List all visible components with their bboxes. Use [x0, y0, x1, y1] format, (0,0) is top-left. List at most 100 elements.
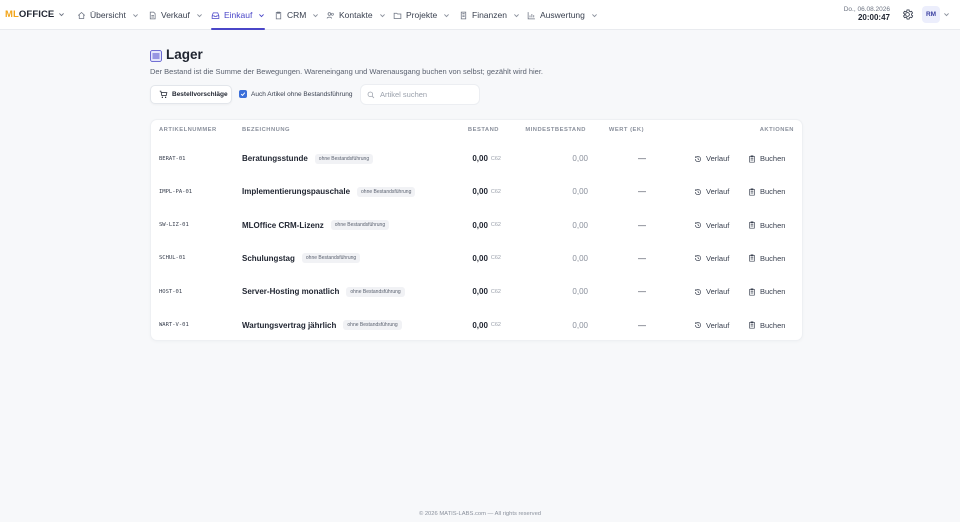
logo-office: OFFICE [18, 9, 55, 20]
value-ek: — [638, 320, 646, 330]
clipboard-icon [749, 288, 755, 296]
book-label: Buchen [760, 253, 786, 263]
book-label: Buchen [760, 320, 786, 330]
clipboard-icon [749, 321, 755, 329]
article-description: Wartungsvertrag jährlich ohne Bestandsfü… [242, 309, 402, 342]
history-button[interactable]: Verlauf [694, 242, 729, 275]
history-button[interactable]: Verlauf [694, 142, 729, 175]
header-stock[interactable]: BESTAND [468, 127, 499, 133]
book-label: Buchen [760, 287, 786, 297]
nav-item-auswertung[interactable]: Auswertung [527, 7, 598, 23]
book-button[interactable]: Buchen [748, 175, 785, 208]
stock-value: 0,00 C62 [472, 175, 501, 208]
footer-copyright: © 2026 MATIS-LABS.com — All rights reser… [418, 511, 542, 517]
nav-item-finanzen[interactable]: Finanzen [459, 7, 520, 23]
book-button[interactable]: Buchen [748, 309, 785, 342]
book-button[interactable]: Buchen [748, 209, 785, 242]
search-input[interactable] [380, 90, 475, 99]
article-number: SCHUL-01 [159, 255, 186, 262]
article-name: Schulungstag [242, 253, 295, 263]
stock-unit: C62 [490, 322, 501, 328]
stock-unit: C62 [490, 255, 501, 262]
nav-item-label: Kontakte [339, 10, 373, 20]
nav-item-projekte[interactable]: Projekte [393, 7, 450, 23]
min-stock-value: 0,00 [572, 154, 588, 163]
top-navigation: ML OFFICE Übersicht Verkauf Einkauf CRM K… [0, 0, 960, 30]
chevron-down-icon [132, 13, 138, 17]
article-search[interactable] [360, 84, 480, 105]
history-icon [694, 255, 701, 262]
min-stock-value: 0,00 [572, 187, 588, 197]
no-stock-badge: ohne Bestandsführung [301, 253, 361, 264]
include-unstocked-toggle[interactable]: Auch Artikel ohne Bestandsführung [239, 90, 353, 98]
datetime-display: Do., 06.08.2026 20:00:47 [844, 6, 890, 23]
chevron-down-icon[interactable] [943, 11, 950, 18]
nav-item-crm[interactable]: CRM [274, 7, 319, 23]
stock-value: 0,00 C62 [472, 309, 501, 342]
header-value[interactable]: WERT (EK) [609, 127, 644, 133]
include-unstocked-checkbox[interactable] [239, 90, 247, 98]
history-button[interactable]: Verlauf [694, 209, 729, 242]
app-logo[interactable]: ML OFFICE [5, 9, 65, 20]
history-label: Verlauf [706, 187, 730, 197]
page-subtitle: Der Bestand ist die Summe der Bewegungen… [150, 67, 544, 76]
min-stock-value: 0,00 [572, 287, 588, 297]
cart-icon [159, 90, 168, 99]
order-suggestions-button[interactable]: Bestellvorschläge [150, 85, 232, 104]
book-button[interactable]: Buchen [748, 242, 785, 275]
include-unstocked-label: Auch Artikel ohne Bestandsführung [251, 90, 353, 98]
gear-icon[interactable] [901, 8, 914, 21]
clipboard-icon [749, 221, 755, 229]
no-stock-badge: ohne Bestandsführung [314, 153, 374, 164]
nav-item-label: Finanzen [472, 10, 507, 20]
nav-item-einkauf[interactable]: Einkauf [211, 7, 266, 30]
book-label: Buchen [760, 154, 786, 163]
stock-value: 0,00 C62 [472, 275, 501, 308]
article-description: Schulungstag ohne Bestandsführung [242, 242, 361, 275]
history-icon [694, 322, 701, 329]
history-button[interactable]: Verlauf [694, 309, 729, 342]
history-button[interactable]: Verlauf [694, 175, 729, 208]
nav-item-label: Verkauf [161, 10, 190, 20]
clipboard-icon [749, 154, 755, 163]
chevron-down-icon [59, 13, 65, 17]
nav-item-label: Übersicht [90, 10, 126, 20]
no-stock-badge: ohne Bestandsführung [357, 186, 416, 197]
history-label: Verlauf [706, 154, 730, 163]
history-button[interactable]: Verlauf [694, 275, 729, 308]
stock-value: 0,00 C62 [472, 142, 501, 175]
nav-item-kontakte[interactable]: Kontakte [326, 7, 386, 23]
article-description: Server-Hosting monatlich ohne Bestandsfü… [242, 275, 405, 308]
nav-item-verkauf[interactable]: Verkauf [148, 7, 203, 23]
value-ek: — [638, 253, 646, 263]
header-min-stock[interactable]: MINDESTBESTAND [525, 127, 586, 133]
history-icon [694, 155, 701, 162]
nav-item-label: CRM [287, 10, 307, 20]
avatar[interactable]: RM [922, 6, 940, 23]
no-stock-badge: ohne Bestandsführung [330, 220, 390, 231]
article-number: HOST-01 [159, 288, 183, 295]
min-stock-value: 0,00 [572, 320, 588, 330]
history-icon [694, 288, 701, 295]
clipboard-icon [749, 188, 755, 196]
nav-item-uebersicht[interactable]: Übersicht [77, 7, 139, 23]
nav-item-label: Projekte [406, 10, 438, 20]
table-row: HOST-01 Server-Hosting monatlich ohne Be… [151, 275, 804, 308]
table-row: BERAT-01 Beratungsstunde ohne Bestandsfü… [151, 142, 804, 175]
article-number: BERAT-01 [159, 155, 186, 162]
date-text: Do., 06.08.2026 [843, 6, 890, 13]
book-button[interactable]: Buchen [748, 142, 785, 175]
chevron-down-icon [591, 13, 597, 17]
history-icon [694, 222, 701, 229]
time-text: 20:00:47 [857, 13, 890, 23]
book-button[interactable]: Buchen [748, 275, 785, 308]
document-icon [149, 11, 156, 19]
no-stock-badge: ohne Bestandsführung [346, 286, 405, 297]
table-row: WART-V-01 Wartungsvertrag jährlich ohne … [151, 309, 804, 342]
article-name: Beratungsstunde [242, 154, 308, 163]
order-suggestions-label: Bestellvorschläge [172, 91, 228, 98]
table-row: SW-LIZ-01 MLOffice CRM-Lizenz ohne Besta… [151, 209, 804, 242]
header-article-number[interactable]: ARTIKELNUMMER [159, 127, 217, 133]
header-description[interactable]: BEZEICHNUNG [242, 127, 290, 133]
check-icon [240, 92, 246, 97]
